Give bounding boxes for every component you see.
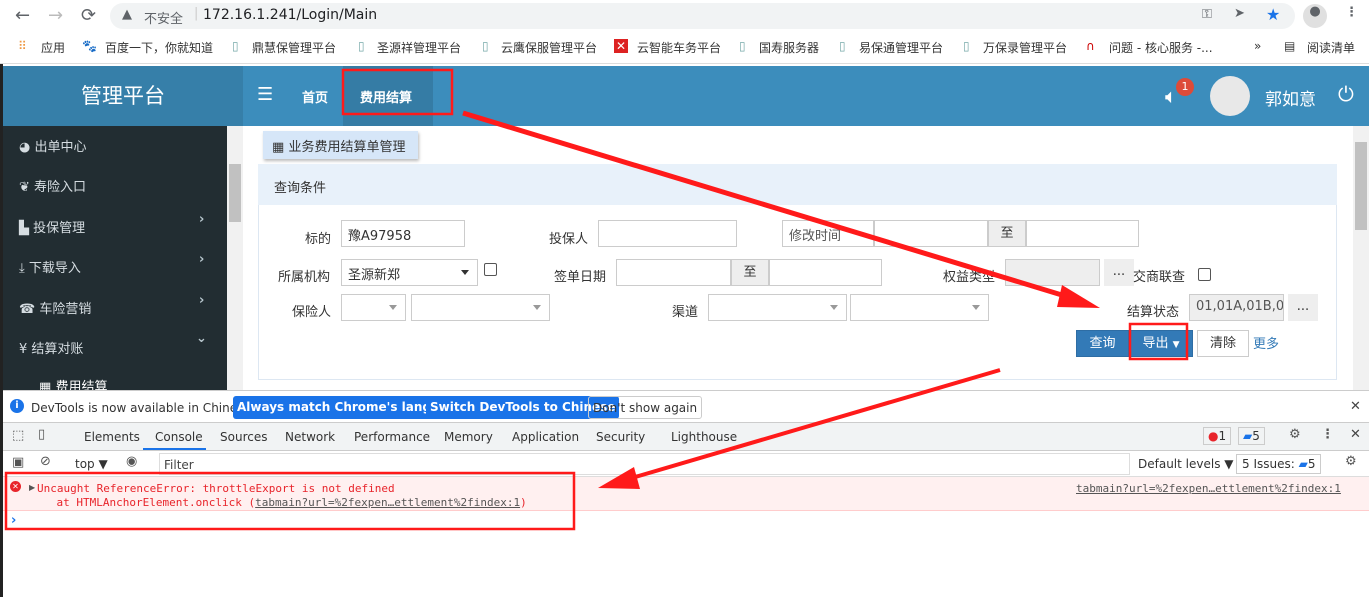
arrowhead-icon xyxy=(598,467,640,489)
annotation-arrow-2 xyxy=(624,368,1001,482)
annotation-overlay xyxy=(4,68,1189,531)
annotation-arrow-1 xyxy=(462,110,1076,302)
annotation-box-export xyxy=(1128,322,1189,361)
annotation-box-error xyxy=(4,471,576,531)
annotation-box-nav xyxy=(341,68,454,116)
arrowhead-icon xyxy=(1057,285,1100,308)
